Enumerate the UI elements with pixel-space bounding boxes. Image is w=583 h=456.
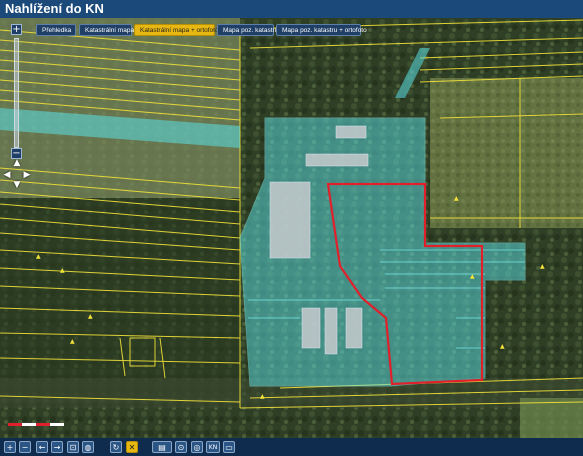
zoom-control: + − <box>11 24 23 159</box>
svg-text:▲: ▲ <box>36 253 41 260</box>
footer-toolbar: + − ← → ⊡ ◍ ↻ ✕ ▤ ⊙ ◎ KN ▭ <box>0 438 583 456</box>
pin-icon[interactable]: ⊙ <box>175 441 187 453</box>
pan-up-icon[interactable]: ▲ <box>12 158 22 168</box>
tab-katastralni-mapa-ortofoto[interactable]: Katastrální mapa + ortofoto <box>134 24 219 36</box>
map-viewport[interactable]: ▲ ▲ ▲ ▲ ▲ ▲ ▲ ▲ ▲ <box>0 18 583 438</box>
locate-icon[interactable]: ◎ <box>191 441 203 453</box>
tab-prehledka[interactable]: Přehledka <box>36 24 76 36</box>
forward-arrow-icon[interactable]: → <box>51 441 63 453</box>
back-arrow-icon[interactable]: ← <box>36 441 48 453</box>
refresh-icon[interactable]: ↻ <box>110 441 122 453</box>
svg-text:▲: ▲ <box>60 267 65 274</box>
globe-icon[interactable]: ◍ <box>82 441 94 453</box>
zoom-in-button[interactable]: + <box>11 24 22 35</box>
pan-control: ▲ ◀ ▶ ▼ <box>2 158 32 192</box>
svg-text:▲: ▲ <box>260 393 265 400</box>
pan-down-icon[interactable]: ▼ <box>12 180 22 190</box>
svg-text:▲: ▲ <box>500 343 505 350</box>
pan-right-icon[interactable]: ▶ <box>22 170 32 180</box>
zoom-out-icon[interactable]: − <box>19 441 31 453</box>
close-icon[interactable]: ✕ <box>126 441 138 453</box>
tab-katastralni-mapa[interactable]: Katastrální mapa <box>79 24 134 36</box>
app-header: Nahlížení do KN <box>0 0 583 18</box>
comment-icon[interactable]: ▭ <box>223 441 235 453</box>
pan-left-icon[interactable]: ◀ <box>2 170 12 180</box>
zoom-in-icon[interactable]: + <box>4 441 16 453</box>
layers-icon[interactable]: ▤ <box>152 441 172 453</box>
svg-text:▲: ▲ <box>470 273 475 280</box>
tab-mapa-poz-katastru-ortofoto[interactable]: Mapa poz. katastru + ortofoto <box>276 24 367 36</box>
svg-text:▲: ▲ <box>540 263 545 270</box>
scale-bar <box>8 423 64 426</box>
app-title: Nahlížení do KN <box>5 1 104 16</box>
status-text <box>252 443 583 452</box>
svg-text:▲: ▲ <box>88 313 93 320</box>
svg-text:▲: ▲ <box>70 338 75 345</box>
svg-text:▲: ▲ <box>454 195 459 202</box>
kn-icon[interactable]: KN <box>206 441 220 453</box>
tab-mapa-poz-katastru[interactable]: Mapa poz. katastru <box>217 24 278 36</box>
orthophoto-map: ▲ ▲ ▲ ▲ ▲ ▲ ▲ ▲ ▲ <box>0 18 583 438</box>
measure-icon[interactable]: ⊡ <box>67 441 79 453</box>
zoom-slider[interactable] <box>14 38 19 148</box>
